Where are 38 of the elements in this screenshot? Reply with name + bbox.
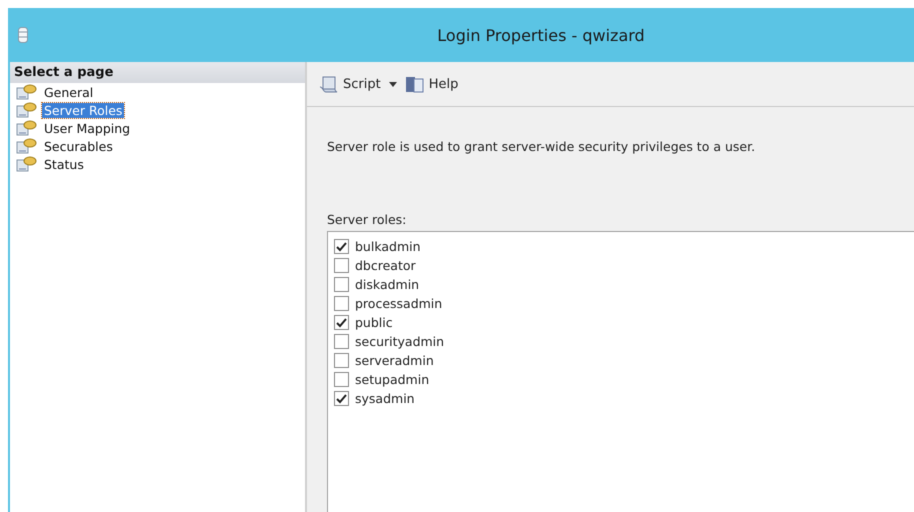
book-icon: [404, 75, 425, 93]
database-icon: [18, 27, 28, 43]
role-label: bulkadmin: [355, 239, 421, 254]
window-title: Login Properties - qwizard: [436, 26, 646, 44]
role-label: securityadmin: [355, 334, 444, 349]
checkbox[interactable]: [334, 372, 349, 387]
role-label: public: [355, 315, 393, 330]
sidebar-item[interactable]: General: [42, 84, 96, 100]
role-label: serveradmin: [355, 353, 434, 368]
checkbox[interactable]: [334, 315, 349, 330]
sidebar-item[interactable]: Server Roles: [42, 102, 124, 118]
checkbox[interactable]: [334, 258, 349, 273]
user-page-icon: [16, 138, 38, 154]
checkbox[interactable]: [334, 277, 349, 292]
role-label: processadmin: [355, 296, 442, 311]
user-page-icon: [16, 120, 38, 136]
user-page-icon: [16, 102, 38, 118]
sidebar-item[interactable]: Status: [42, 156, 86, 172]
role-label: sysadmin: [355, 391, 415, 406]
sidebar-item[interactable]: User Mapping: [42, 120, 132, 136]
checkbox[interactable]: [334, 296, 349, 311]
checkbox[interactable]: [334, 391, 349, 406]
roles-label: Server roles:: [327, 212, 408, 227]
caret-icon[interactable]: [388, 82, 397, 86]
user-page-icon: [16, 84, 38, 100]
scroll-icon: [319, 75, 339, 93]
sidebar-header: Select a page: [10, 62, 305, 83]
user-page-icon: [16, 156, 38, 172]
script-button[interactable]: Script: [317, 73, 383, 95]
help-button[interactable]: Help: [402, 73, 460, 95]
checkbox[interactable]: [334, 334, 349, 349]
role-label: dbcreator: [355, 258, 416, 273]
checkbox[interactable]: [334, 353, 349, 368]
role-label: diskadmin: [355, 277, 420, 292]
role-label: setupadmin: [355, 372, 430, 387]
description-text: Server role is used to grant server-wide security privileges to a user.: [327, 139, 756, 154]
sidebar-item[interactable]: Securables: [42, 138, 115, 154]
checkbox[interactable]: [334, 239, 349, 254]
